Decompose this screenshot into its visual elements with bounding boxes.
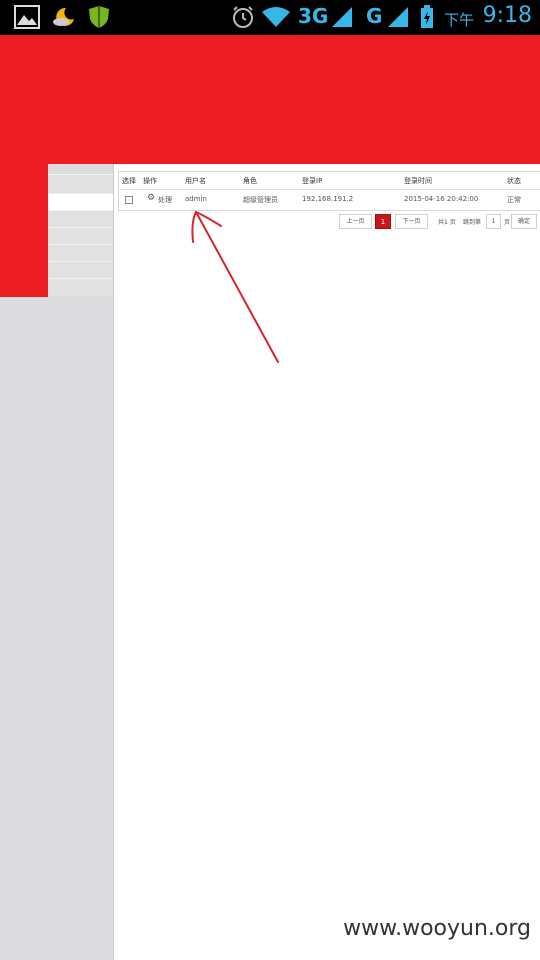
- sidebar-item[interactable]: [48, 210, 114, 228]
- network-g-label: G: [366, 4, 383, 28]
- col-header-login-ip: 登录IP: [302, 177, 323, 185]
- left-gray-column: [0, 297, 114, 960]
- sidebar-item-active[interactable]: [48, 193, 114, 211]
- sidebar-item[interactable]: [48, 244, 114, 262]
- left-header-strip: [0, 164, 48, 297]
- table-header: 选择 操作 用户名 角色 登录IP 登录时间 状态: [119, 172, 540, 190]
- weather-icon: [53, 7, 74, 26]
- prev-page-button[interactable]: 上一页: [339, 214, 372, 229]
- row-login-time: 2015-04-16 20:42:00: [404, 195, 479, 203]
- row-username: admin: [185, 195, 207, 203]
- total-pages-text: 共1 页: [438, 219, 456, 226]
- current-page-button[interactable]: 1: [375, 214, 391, 229]
- signal-icon: [332, 7, 352, 27]
- col-header-role: 角色: [243, 177, 257, 185]
- wifi-icon: [262, 7, 290, 27]
- row-login-ip: 192.168.191.2: [302, 195, 354, 203]
- sidebar-item[interactable]: [48, 227, 114, 245]
- ampm-label: 下午: [443, 11, 474, 29]
- clock: 9:18: [482, 3, 532, 28]
- content-divider: [113, 164, 114, 960]
- col-header-action: 操作: [143, 177, 157, 185]
- battery-charging-icon: [421, 5, 433, 28]
- sidebar-item[interactable]: [48, 278, 114, 296]
- signal-icon: [388, 7, 408, 27]
- alarm-icon: [233, 6, 253, 28]
- user-table: 选择 操作 用户名 角色 登录IP 登录时间 状态 ⚙ 处理 admin 超级管…: [118, 171, 540, 211]
- jump-suffix-text: 页: [504, 219, 511, 226]
- row-action-link[interactable]: 处理: [158, 195, 172, 205]
- status-bar: 3G G 下午 9:18: [0, 0, 540, 35]
- shield-icon: [89, 6, 109, 28]
- picture-icon: [14, 5, 40, 29]
- watermark: www.wooyun.org: [343, 916, 531, 941]
- col-header-status: 状态: [507, 177, 521, 185]
- row-checkbox[interactable]: [125, 196, 133, 204]
- col-header-select: 选择: [122, 177, 136, 185]
- row-role: 超级管理员: [243, 196, 278, 204]
- col-header-login-time: 登录时间: [404, 177, 432, 185]
- network-3g-label: 3G: [298, 4, 329, 28]
- page-header-banner: [0, 35, 540, 164]
- jump-prefix-text: 跳到第: [463, 219, 482, 226]
- table-row: ⚙ 处理 admin 超级管理员 192.168.191.2 2015-04-1…: [119, 190, 540, 210]
- jump-page-input[interactable]: 1: [486, 214, 501, 229]
- confirm-button[interactable]: 确定: [511, 214, 537, 229]
- gear-icon[interactable]: ⚙: [147, 193, 155, 203]
- col-header-username: 用户名: [185, 177, 206, 185]
- row-status: 正常: [507, 196, 521, 204]
- pagination: 上一页 1 下一页 共1 页 跳到第 1 页 确定: [339, 214, 540, 230]
- sidebar-item[interactable]: [48, 261, 114, 279]
- next-page-button[interactable]: 下一页: [395, 214, 428, 229]
- sidebar-menu: [48, 164, 114, 297]
- sidebar-item[interactable]: [48, 174, 114, 192]
